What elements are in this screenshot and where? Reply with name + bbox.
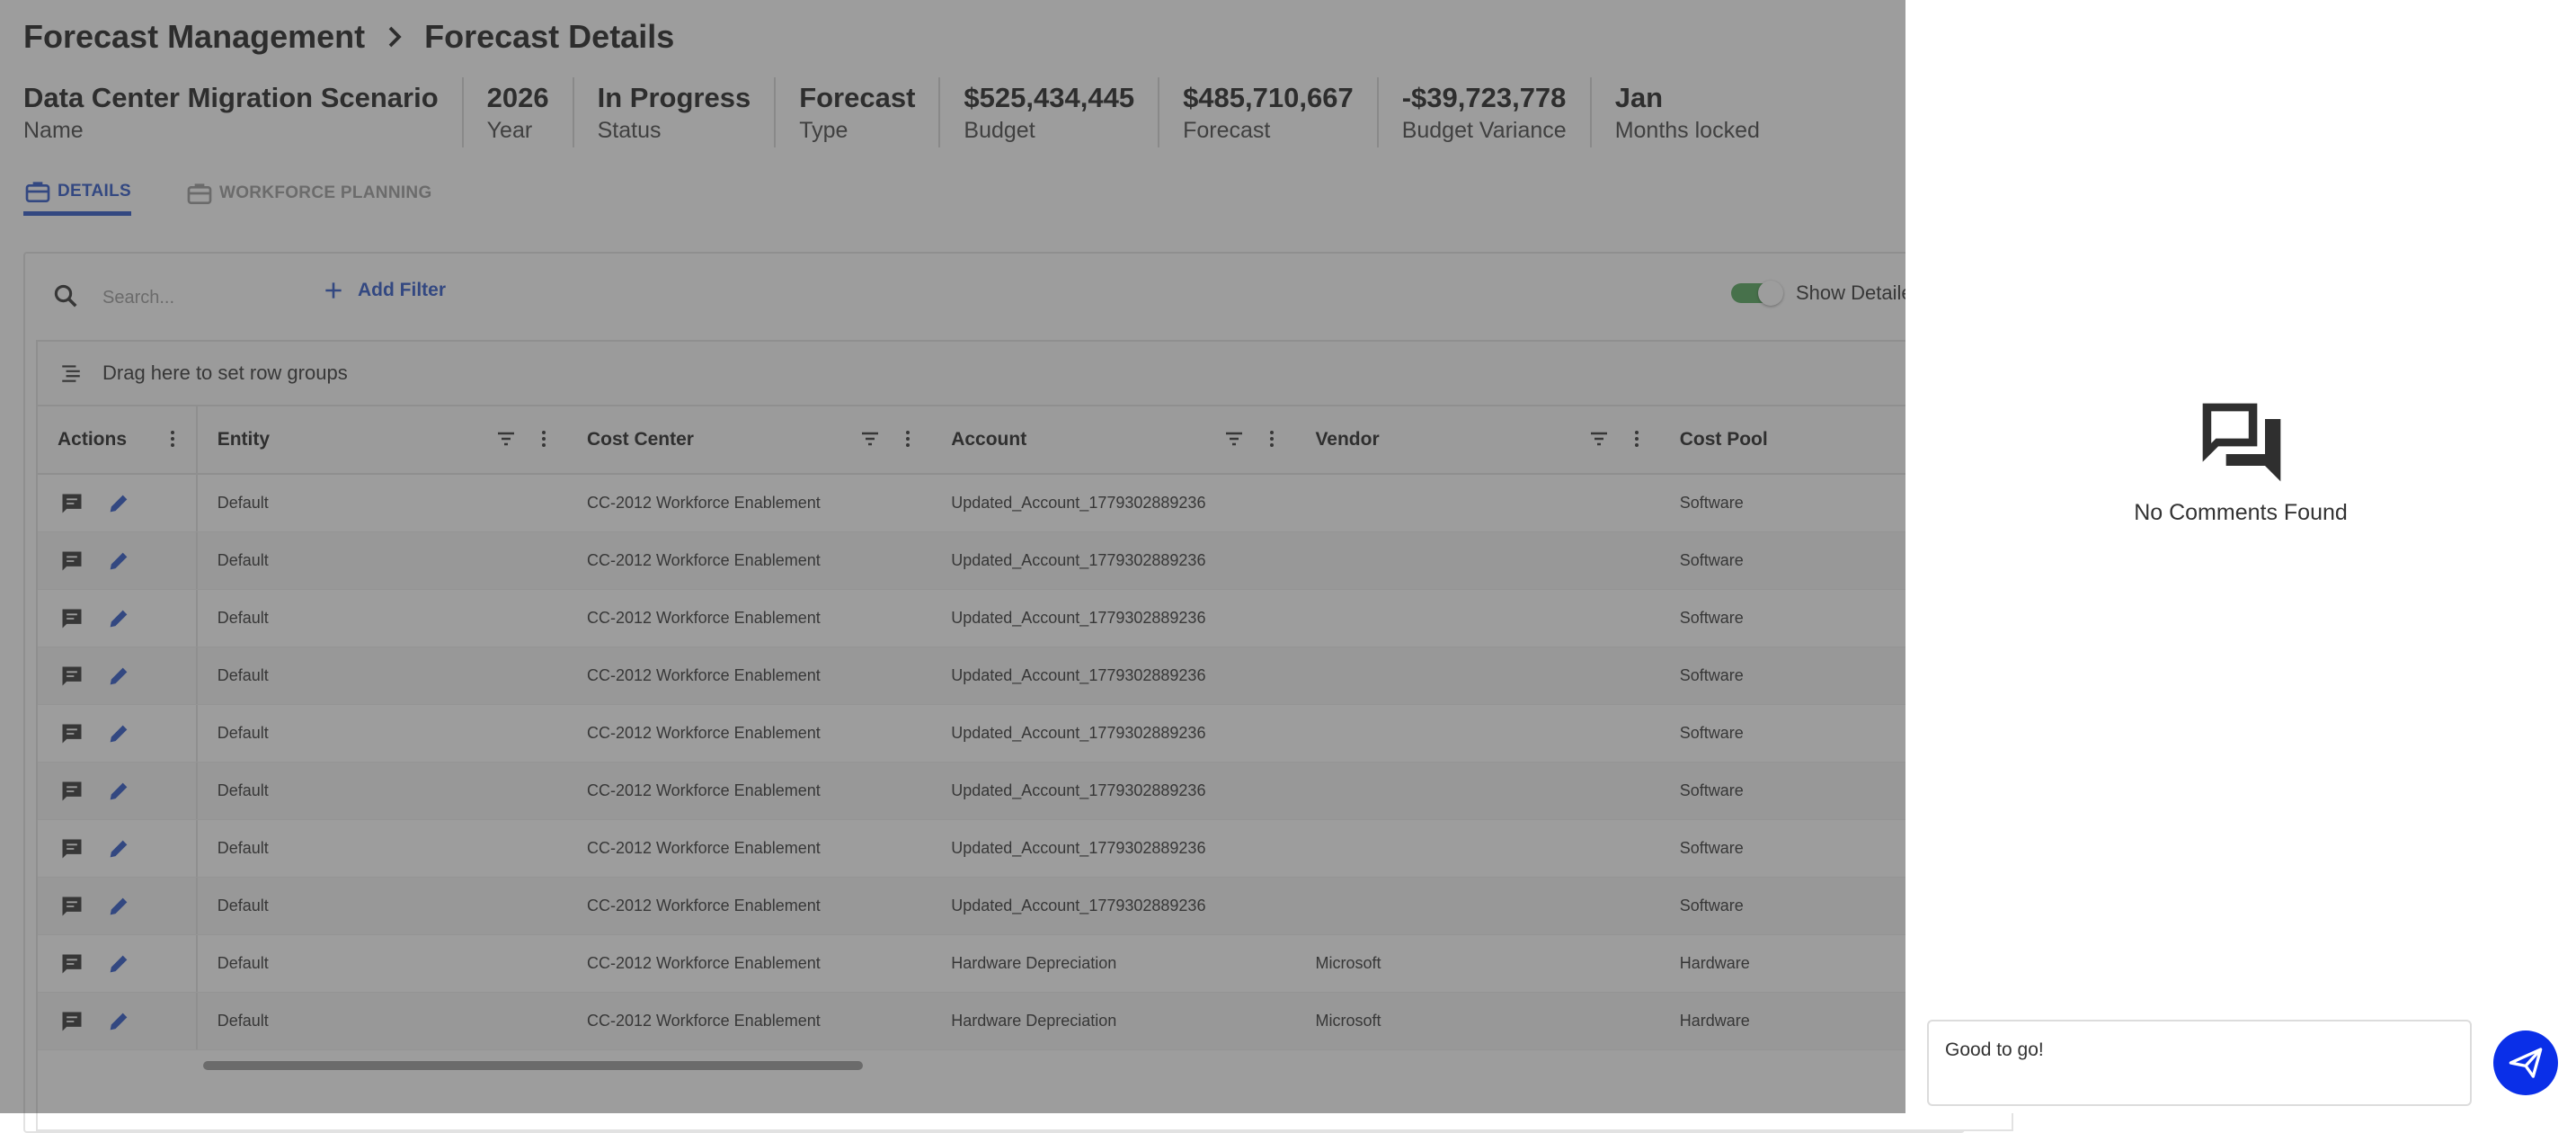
send-comment-button[interactable] bbox=[2493, 1030, 2558, 1095]
send-icon bbox=[2509, 1048, 2543, 1078]
comment-input[interactable]: Good to go! bbox=[1927, 1020, 2472, 1106]
comments-drawer: No Comments Found Good to go! bbox=[1905, 0, 2576, 1113]
forecast-details-page: Forecast Management Forecast Details Dat… bbox=[0, 0, 2576, 1133]
empty-state-text: No Comments Found bbox=[2134, 500, 2348, 525]
comments-icon bbox=[2202, 403, 2281, 482]
modal-backdrop[interactable] bbox=[0, 0, 1905, 1113]
